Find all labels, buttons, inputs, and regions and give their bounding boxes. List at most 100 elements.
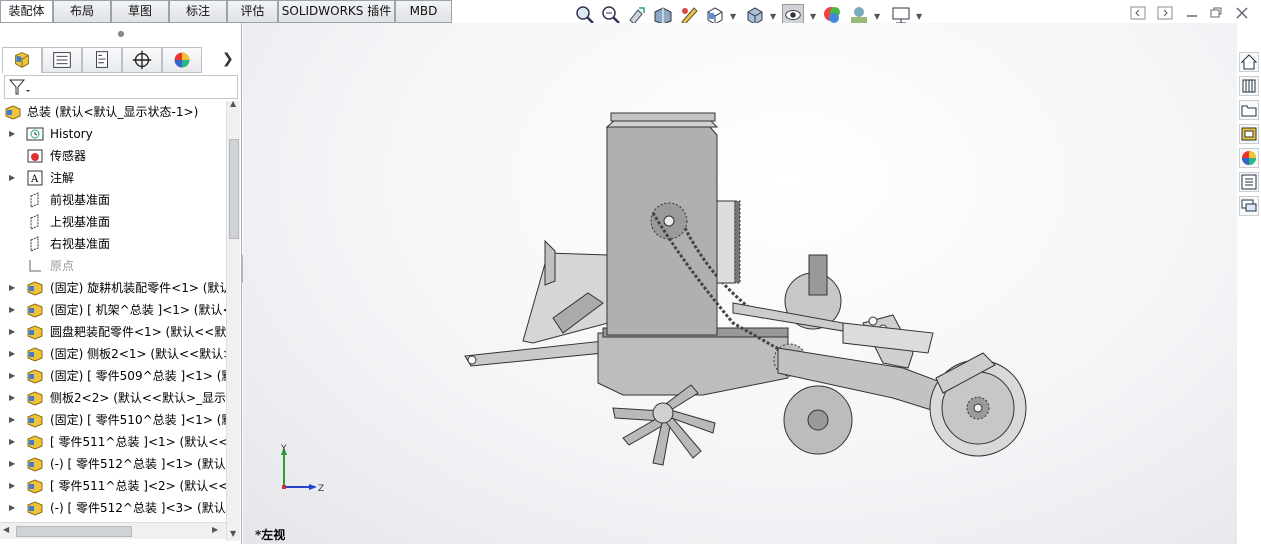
expand-arrow-icon[interactable]: ▶ [9, 475, 15, 497]
tab-dimxpert[interactable] [122, 47, 162, 73]
tree-item-label: 传感器 [50, 149, 87, 163]
frame-body [597, 332, 789, 396]
solidworks-resources-button[interactable] [1239, 52, 1259, 72]
expand-arrow-icon[interactable]: ▶ [9, 497, 15, 519]
forum-button[interactable] [1239, 196, 1259, 216]
apply-scene-dropdown-icon[interactable]: ▼ [874, 12, 880, 21]
appearances-icon [1242, 151, 1256, 165]
history-icon [26, 127, 44, 141]
tab-solidworks-addins[interactable]: SOLIDWORKS 插件 [278, 0, 395, 22]
hitch-bar [464, 340, 604, 367]
tree-vertical-scrollbar[interactable]: ▲ ▼ [226, 99, 240, 541]
minimize-icon[interactable] [1184, 6, 1200, 20]
expand-arrow-icon[interactable]: ▶ [9, 277, 15, 299]
propertymanager-icon [53, 52, 71, 68]
file-explorer-icon [1241, 105, 1257, 117]
tree-item[interactable]: ▶ 侧板2<2> (默认<<默认>_显示状 [0, 387, 226, 409]
view-palette-icon [1241, 127, 1257, 141]
tree-item[interactable]: 前视基准面 [0, 189, 226, 211]
scrollbar-thumb-horizontal[interactable] [16, 526, 132, 537]
close-icon[interactable] [1234, 6, 1250, 20]
panel-grip[interactable]: ● [0, 23, 242, 45]
expand-arrow-icon[interactable]: ▶ [9, 431, 15, 453]
file-explorer-button[interactable] [1239, 100, 1259, 120]
tree-item-label: 侧板2<2> (默认<<默认>_显示状 [50, 391, 226, 405]
tree-item[interactable]: 原点 [0, 255, 226, 277]
tiller-tines [612, 384, 716, 466]
hopper-lid [610, 112, 716, 122]
tree-item[interactable]: ▶ (固定) [ 零件509^总装 ]<1> (默认 [0, 365, 226, 387]
configurationmanager-icon [96, 51, 108, 68]
scrollbar-thumb[interactable] [229, 139, 239, 239]
tree-item[interactable]: ▶ (-) [ 零件512^总装 ]<1> (默认< [0, 453, 226, 475]
tab-assembly[interactable]: 装配体 [0, 0, 53, 23]
tree-item[interactable]: ▶ [ 零件511^总装 ]<1> (默认<<默 [0, 431, 226, 453]
tree-item-label: 圆盘耙装配零件<1> (默认<<默认 [50, 325, 226, 339]
forum-icon [1241, 199, 1257, 212]
view-palette-button[interactable] [1239, 124, 1259, 144]
scroll-down-icon[interactable]: ▼ [230, 529, 236, 538]
expand-arrow-icon[interactable]: ▶ [9, 409, 15, 431]
graphics-area[interactable]: Y Z *左视 [243, 23, 1237, 544]
tree-item[interactable]: 传感器 [0, 145, 226, 167]
expand-arrow-icon[interactable]: ▶ [9, 167, 15, 189]
collapse-right-icon[interactable] [1157, 6, 1173, 20]
hide-show-dropdown-icon[interactable]: ▼ [810, 12, 816, 21]
view-orientation-dropdown-icon[interactable]: ▼ [730, 12, 736, 21]
tree-filter[interactable] [4, 75, 238, 99]
subassembly-icon [27, 457, 43, 472]
tree-item[interactable]: ▶ (固定) 旋耕机装配零件<1> (默认< [0, 277, 226, 299]
expand-arrow-icon[interactable]: ▶ [9, 343, 15, 365]
custom-properties-icon [1241, 174, 1257, 190]
collapse-left-icon[interactable] [1130, 6, 1146, 20]
tree-item-label: 前视基准面 [50, 193, 111, 207]
tree-item[interactable]: 右视基准面 [0, 233, 226, 255]
tree-item-label: (固定) [ 零件509^总装 ]<1> (默认 [50, 369, 226, 383]
display-style-dropdown-icon[interactable]: ▼ [770, 12, 776, 21]
tab-layout[interactable]: 布局 [53, 0, 111, 22]
tab-markup[interactable]: 标注 [169, 0, 227, 22]
tab-propertymanager[interactable] [42, 47, 82, 73]
tree-item-label: [ 零件511^总装 ]<2> (默认<<默 [50, 479, 226, 493]
tree-horizontal-scrollbar[interactable]: ◀ ▶ [0, 522, 226, 539]
tree-item-label: 右视基准面 [50, 237, 111, 251]
view-settings-dropdown-icon[interactable]: ▼ [916, 12, 922, 21]
tree-item[interactable]: ▶ A 注解 [0, 167, 226, 189]
more-tabs-chevron-icon[interactable]: ❯ [222, 51, 234, 67]
tree-item[interactable]: 上视基准面 [0, 211, 226, 233]
tab-mbd[interactable]: MBD [395, 0, 452, 22]
tree-item[interactable]: ▶ History [0, 123, 226, 145]
tree-root[interactable]: 总装 (默认<默认_显示状态-1>) [0, 101, 226, 123]
tab-featuremanager[interactable] [2, 47, 42, 73]
tree-item[interactable]: ▶ (固定) [ 机架^总装 ]<1> (默认< [0, 299, 226, 321]
plane-icon [30, 236, 39, 252]
expand-arrow-icon[interactable]: ▶ [9, 365, 15, 387]
filter-icon [8, 79, 30, 95]
expand-arrow-icon[interactable]: ▶ [9, 453, 15, 475]
scroll-left-icon[interactable]: ◀ [3, 525, 9, 534]
tree-item[interactable]: ▶ [ 零件511^总装 ]<2> (默认<<默 [0, 475, 226, 497]
expand-arrow-icon[interactable]: ▶ [9, 321, 15, 343]
appearances-button[interactable] [1239, 148, 1259, 168]
seed-tube [808, 254, 828, 296]
custom-properties-button[interactable] [1239, 172, 1259, 192]
tree-item-label: [ 零件511^总装 ]<1> (默认<<默 [50, 435, 226, 449]
tree-item[interactable]: ▶ 圆盘耙装配零件<1> (默认<<默认 [0, 321, 226, 343]
restore-icon[interactable] [1208, 6, 1224, 20]
scroll-right-icon[interactable]: ▶ [212, 525, 218, 534]
scroll-up-icon[interactable]: ▲ [230, 99, 236, 108]
tab-evaluate[interactable]: 评估 [227, 0, 278, 22]
tree-item[interactable]: ▶ (-) [ 零件512^总装 ]<3> (默认< [0, 497, 226, 519]
tab-displaymanager[interactable] [162, 47, 202, 73]
tree-item[interactable]: ▶ (固定) 侧板2<1> (默认<<默认>_ [0, 343, 226, 365]
tree-item[interactable]: ▶ (固定) [ 零件510^总装 ]<1> (默认 [0, 409, 226, 431]
expand-arrow-icon[interactable]: ▶ [9, 299, 15, 321]
design-library-button[interactable] [1239, 76, 1259, 96]
subassembly-icon [27, 281, 43, 296]
expand-arrow-icon[interactable]: ▶ [9, 387, 15, 409]
tab-configurationmanager[interactable] [82, 47, 122, 73]
subassembly-icon [27, 347, 43, 362]
tab-sketch[interactable]: 草图 [111, 0, 169, 22]
expand-arrow-icon[interactable]: ▶ [9, 123, 15, 145]
subassembly-icon [27, 369, 43, 384]
